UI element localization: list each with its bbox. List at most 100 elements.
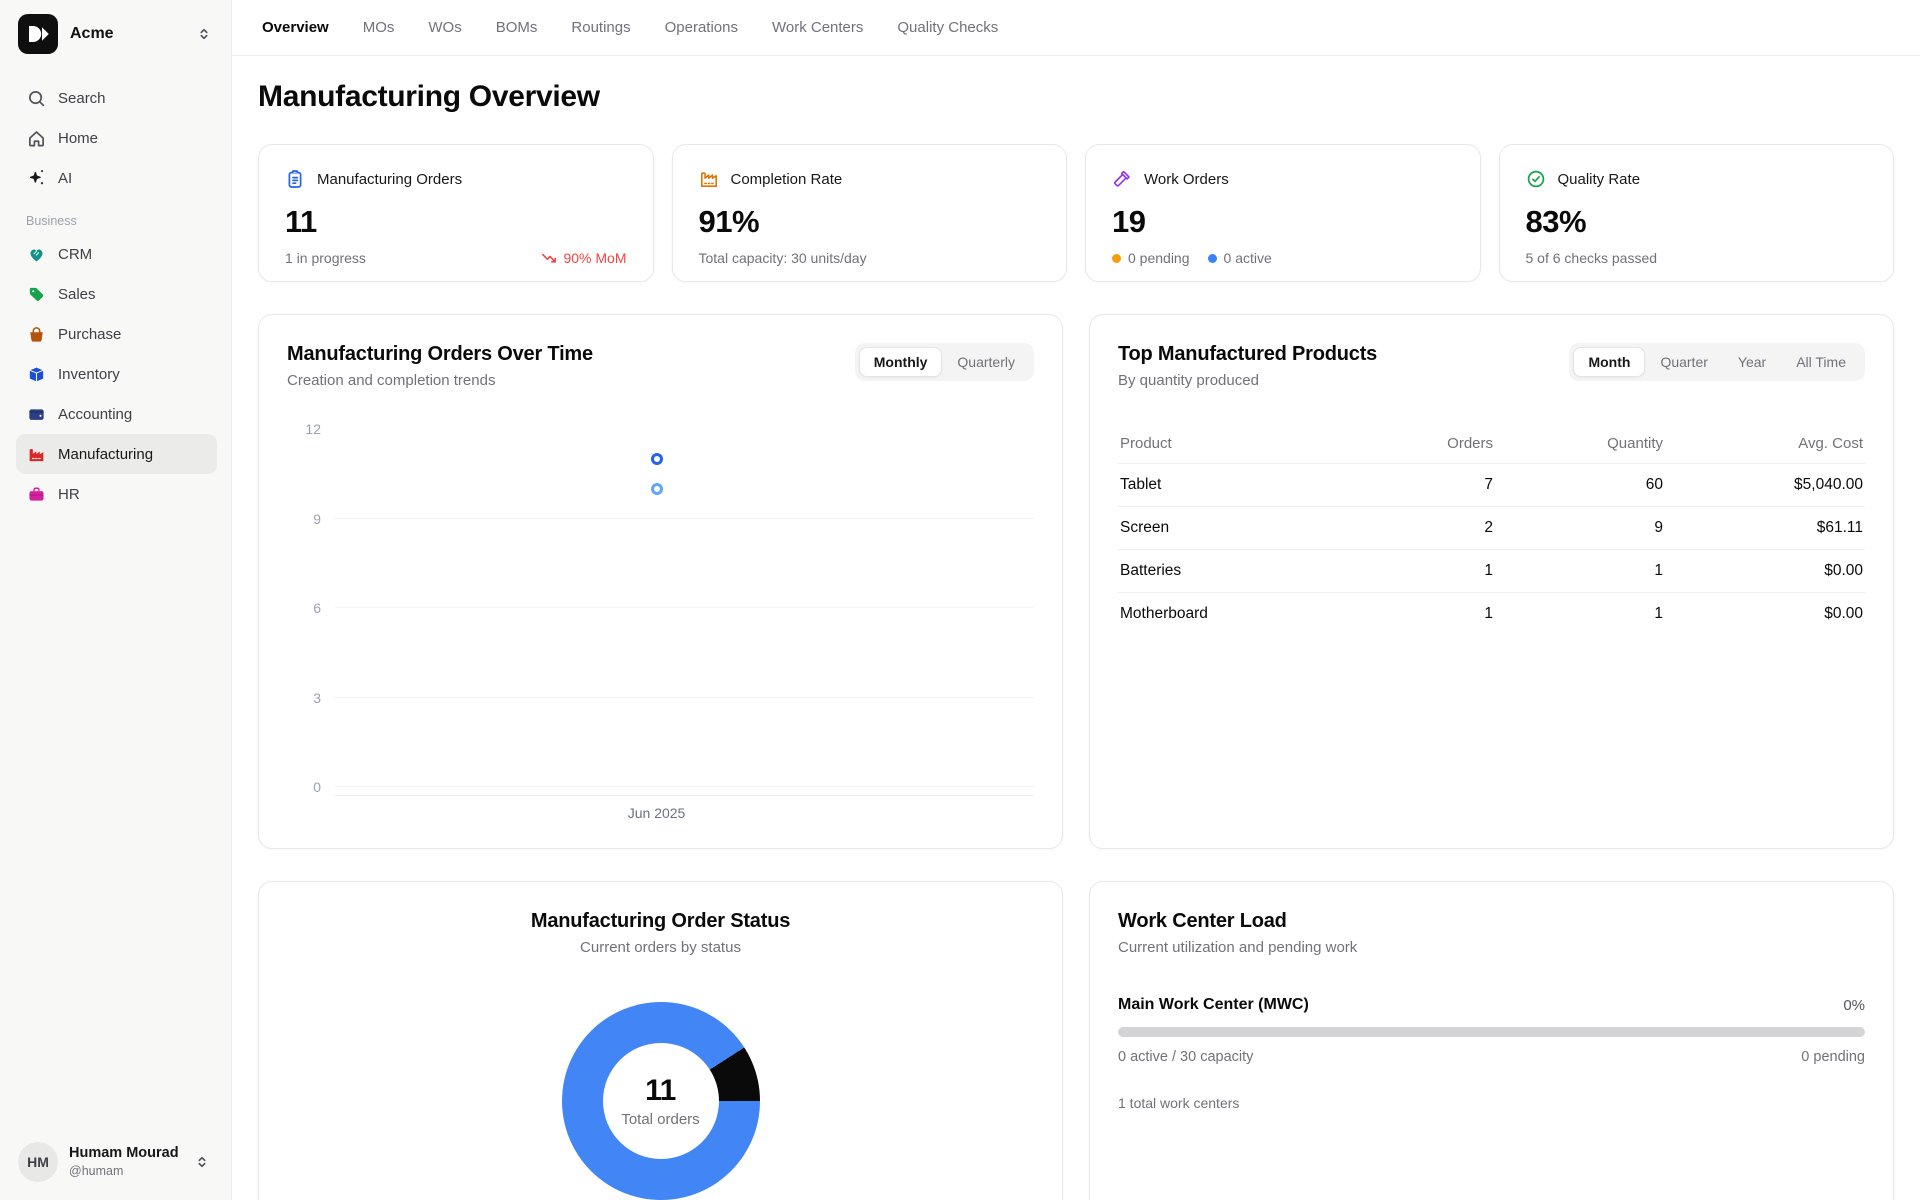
crm-heart-handshake-icon bbox=[26, 244, 46, 264]
stat-card-manufacturing-orders: Manufacturing Orders 11 1 in progress 90… bbox=[258, 144, 654, 282]
org-name: Acme bbox=[70, 25, 183, 43]
toggle-quarterly[interactable]: Quarterly bbox=[942, 347, 1030, 377]
sidebar-item-label: Sales bbox=[58, 286, 96, 303]
work-center-pending: 0 pending bbox=[1801, 1049, 1865, 1065]
products-title: Top Manufactured Products bbox=[1118, 343, 1377, 366]
sidebar-item-label: Purchase bbox=[58, 326, 121, 343]
toggle-year[interactable]: Year bbox=[1723, 347, 1781, 377]
sidebar-item-accounting[interactable]: Accounting bbox=[16, 394, 217, 434]
status-chart-title: Manufacturing Order Status bbox=[287, 910, 1034, 933]
table-row[interactable]: Tablet 7 60 $5,040.00 bbox=[1118, 464, 1865, 507]
tab-wos[interactable]: WOs bbox=[428, 19, 461, 36]
work-load-subtitle: Current utilization and pending work bbox=[1118, 939, 1865, 956]
toggle-quarter[interactable]: Quarter bbox=[1645, 347, 1722, 377]
org-switcher[interactable]: Acme bbox=[16, 12, 217, 56]
sidebar-item-home[interactable]: Home bbox=[16, 118, 217, 158]
orders-chart-subtitle: Creation and completion trends bbox=[287, 372, 593, 389]
stat-label: Completion Rate bbox=[731, 171, 843, 188]
sales-tag-icon bbox=[26, 284, 46, 304]
donut-total-label: Total orders bbox=[621, 1111, 699, 1128]
tab-overview[interactable]: Overview bbox=[262, 19, 329, 36]
sidebar-item-search[interactable]: Search bbox=[16, 78, 217, 118]
work-load-title: Work Center Load bbox=[1118, 910, 1865, 933]
mid-row: Manufacturing Orders Over Time Creation … bbox=[258, 314, 1894, 849]
sidebar-item-hr[interactable]: HR bbox=[16, 474, 217, 514]
sidebar: Acme Search Home bbox=[0, 0, 232, 1200]
table-row[interactable]: Motherboard 1 1 $0.00 bbox=[1118, 593, 1865, 635]
stat-value: 19 bbox=[1112, 204, 1454, 240]
orders-chart: 036912 Jun 2025 bbox=[287, 429, 1034, 787]
sidebar-item-label: Manufacturing bbox=[58, 446, 153, 463]
orders-period-toggle: Monthly Quarterly bbox=[855, 343, 1034, 381]
factory-icon bbox=[699, 169, 719, 189]
sidebar-item-label: Accounting bbox=[58, 406, 132, 423]
work-center-load-card: Work Center Load Current utilization and… bbox=[1089, 881, 1894, 1200]
sidebar-item-label: HR bbox=[58, 486, 80, 503]
sidebar-item-manufacturing[interactable]: Manufacturing bbox=[16, 434, 217, 474]
sidebar-item-ai[interactable]: AI bbox=[16, 158, 217, 198]
work-center-usage: 0 active / 30 capacity bbox=[1118, 1049, 1253, 1065]
products-subtitle: By quantity produced bbox=[1118, 372, 1377, 389]
stat-value: 91% bbox=[699, 204, 1041, 240]
tab-routings[interactable]: Routings bbox=[571, 19, 630, 36]
user-menu[interactable]: HM Humam Mourad @humam bbox=[16, 1138, 217, 1184]
sidebar-item-label: Inventory bbox=[58, 366, 120, 383]
sidebar-item-label: Home bbox=[58, 130, 98, 147]
orange-dot-icon bbox=[1112, 254, 1121, 263]
trend-badge: 90% MoM bbox=[541, 250, 626, 266]
status-donut-chart: 11 Total orders bbox=[562, 1002, 760, 1200]
sidebar-item-label: Search bbox=[58, 90, 106, 107]
orders-plot: Jun 2025 bbox=[335, 429, 1034, 787]
work-center-name: Main Work Center (MWC) bbox=[1118, 996, 1309, 1014]
clipboard-list-icon bbox=[285, 169, 305, 189]
table-row[interactable]: Screen 2 9 $61.11 bbox=[1118, 507, 1865, 550]
sidebar-item-sales[interactable]: Sales bbox=[16, 274, 217, 314]
sidebar-item-purchase[interactable]: Purchase bbox=[16, 314, 217, 354]
stat-card-completion-rate: Completion Rate 91% Total capacity: 30 u… bbox=[672, 144, 1068, 282]
trending-down-icon bbox=[541, 250, 557, 266]
blue-dot-icon bbox=[1208, 254, 1217, 263]
main-area: Overview MOs WOs BOMs Routings Operation… bbox=[232, 0, 1920, 1200]
products-period-toggle: Month Quarter Year All Time bbox=[1569, 343, 1865, 381]
products-table: Product Orders Quantity Avg. Cost Tablet… bbox=[1118, 423, 1865, 635]
stat-card-quality-rate: Quality Rate 83% 5 of 6 checks passed bbox=[1499, 144, 1895, 282]
stat-subtext: 1 in progress bbox=[285, 250, 366, 266]
acme-logo-icon bbox=[18, 14, 58, 54]
tab-quality-checks[interactable]: Quality Checks bbox=[897, 19, 998, 36]
chevrons-up-down-icon bbox=[195, 25, 213, 43]
avatar: HM bbox=[18, 1142, 58, 1182]
sparkles-icon bbox=[26, 168, 46, 188]
toggle-monthly[interactable]: Monthly bbox=[859, 347, 943, 377]
sidebar-item-inventory[interactable]: Inventory bbox=[16, 354, 217, 394]
tab-boms[interactable]: BOMs bbox=[496, 19, 538, 36]
orders-x-label: Jun 2025 bbox=[628, 805, 686, 821]
home-icon bbox=[26, 128, 46, 148]
work-center-percent: 0% bbox=[1843, 997, 1865, 1014]
stat-card-work-orders: Work Orders 19 0 pending 0 active bbox=[1085, 144, 1481, 282]
sidebar-item-crm[interactable]: CRM bbox=[16, 234, 217, 274]
stat-subtext: 5 of 6 checks passed bbox=[1526, 250, 1658, 266]
toggle-all-time[interactable]: All Time bbox=[1781, 347, 1861, 377]
hammer-icon bbox=[1112, 169, 1132, 189]
stat-label: Work Orders bbox=[1144, 171, 1229, 188]
stat-label: Manufacturing Orders bbox=[317, 171, 462, 188]
tab-work-centers[interactable]: Work Centers bbox=[772, 19, 863, 36]
hr-briefcase-icon bbox=[26, 484, 46, 504]
stat-value: 83% bbox=[1526, 204, 1868, 240]
manufacturing-factory-icon bbox=[26, 444, 46, 464]
table-row[interactable]: Batteries 1 1 $0.00 bbox=[1118, 550, 1865, 593]
donut-total-value: 11 bbox=[645, 1074, 676, 1108]
accounting-wallet-icon bbox=[26, 404, 46, 424]
orders-over-time-card: Manufacturing Orders Over Time Creation … bbox=[258, 314, 1063, 849]
toggle-month[interactable]: Month bbox=[1573, 347, 1645, 377]
orders-chart-title: Manufacturing Orders Over Time bbox=[287, 343, 593, 366]
status-chart-subtitle: Current orders by status bbox=[287, 939, 1034, 956]
circle-check-icon bbox=[1526, 169, 1546, 189]
sidebar-section-business: Business bbox=[26, 214, 217, 228]
tab-operations[interactable]: Operations bbox=[665, 19, 738, 36]
stats-row: Manufacturing Orders 11 1 in progress 90… bbox=[258, 144, 1894, 282]
tab-mos[interactable]: MOs bbox=[363, 19, 395, 36]
table-header-row: Product Orders Quantity Avg. Cost bbox=[1118, 423, 1865, 464]
order-status-card: Manufacturing Order Status Current order… bbox=[258, 881, 1063, 1200]
purchase-basket-icon bbox=[26, 324, 46, 344]
